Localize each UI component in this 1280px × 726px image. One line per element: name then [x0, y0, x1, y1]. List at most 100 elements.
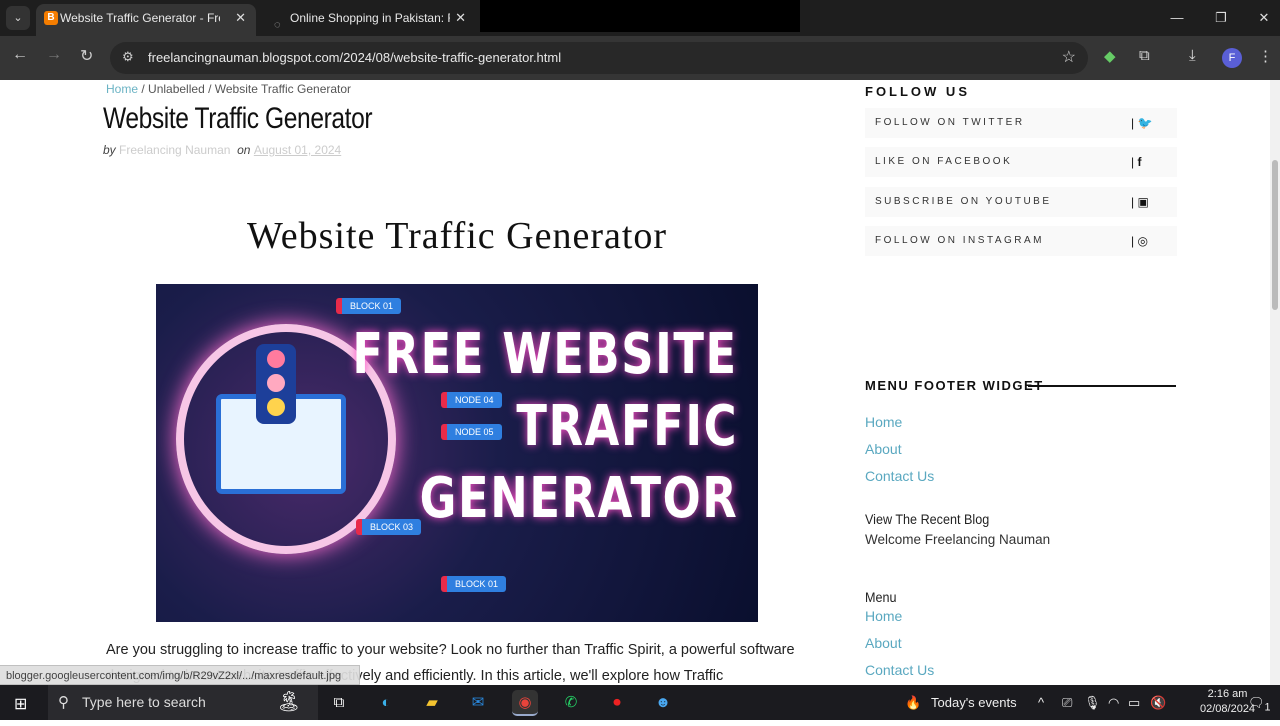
social-youtube[interactable]: SUBSCRIBE ON YOUTUBE | ▣ — [865, 187, 1177, 217]
tab-title: Website Traffic Generator - Free — [60, 11, 220, 25]
hero-line-2: TRAFFIC — [516, 394, 738, 459]
close-tab-icon[interactable]: ✕ — [235, 4, 246, 32]
extensions-puzzle-icon[interactable]: ⧉ — [1139, 47, 1150, 64]
footer-link-home[interactable]: Home — [865, 414, 902, 430]
hero-line-3: GENERATOR — [419, 466, 738, 531]
social-facebook[interactable]: LIKE ON FACEBOOK | f — [865, 147, 1177, 177]
hero-image[interactable]: BLOCK 01 NODE 04 NODE 05 BLOCK 03 BLOCK … — [156, 284, 758, 622]
breadcrumb: Home / Unlabelled / Website Traffic Gene… — [106, 82, 352, 96]
menu-link-about[interactable]: About — [865, 635, 902, 651]
camera-icon[interactable]: ⎚ — [1062, 685, 1072, 720]
search-highlight-icon: 🏝 — [276, 691, 302, 713]
footer-link-about[interactable]: About — [865, 441, 902, 457]
instagram-icon: | ◎ — [1131, 234, 1148, 248]
node-label: NODE 05 — [441, 424, 502, 440]
close-window-button[interactable]: ✕ — [1242, 0, 1280, 36]
menu-footer-widget-title: MENU FOOTER WIDGET — [865, 378, 1044, 393]
social-label: FOLLOW ON TWITTER — [875, 117, 1025, 128]
link-status-bar: blogger.googleusercontent.com/img/b/R29v… — [0, 665, 360, 685]
clock[interactable]: 2:16 am 02/08/2024 — [1200, 687, 1255, 717]
volume-muted-icon[interactable]: 🔇 — [1150, 685, 1166, 720]
node-label: NODE 04 — [441, 392, 502, 408]
microphone-icon[interactable]: 🎙 — [1084, 685, 1101, 720]
bookmark-star-icon[interactable]: ☆ — [1062, 47, 1076, 67]
tab-title: Online Shopping in Pakistan: Fa — [290, 11, 450, 25]
by-label: by — [103, 143, 116, 157]
search-placeholder: Type here to search — [82, 694, 206, 710]
blogger-icon: B — [44, 11, 58, 25]
restore-button[interactable]: ❐ — [1199, 0, 1243, 36]
node-label: BLOCK 03 — [356, 519, 422, 535]
reload-button[interactable]: ↻ — [80, 46, 93, 66]
tab-website-traffic-generator[interactable]: B Website Traffic Generator - Free ✕ — [36, 4, 256, 36]
file-explorer-icon[interactable]: ▰ — [419, 690, 445, 716]
title-divider — [1028, 385, 1176, 387]
profile-avatar[interactable]: F — [1222, 48, 1242, 68]
task-view-icon[interactable]: ⧉ — [326, 690, 352, 716]
menu-link-home[interactable]: Home — [865, 608, 902, 624]
hero-line-1: FREE WEBSITE — [352, 322, 738, 387]
battery-icon[interactable]: ▭ — [1128, 685, 1140, 720]
recent-blog-title: View The Recent Blog — [865, 511, 990, 527]
extension-icon[interactable]: ◆ — [1104, 47, 1116, 65]
back-button[interactable]: ← — [12, 46, 28, 64]
site-settings-icon[interactable]: ⚙ — [122, 49, 134, 65]
breadcrumb-home[interactable]: Home — [106, 82, 138, 96]
breadcrumb-label[interactable]: Unlabelled — [148, 82, 205, 96]
post-meta: by Freelancing Nauman on August 01, 2024 — [103, 143, 341, 157]
social-instagram[interactable]: FOLLOW ON INSTAGRAM | ◎ — [865, 226, 1177, 256]
tray-chevron-icon[interactable]: ^ — [1038, 685, 1044, 720]
breadcrumb-current: Website Traffic Generator — [214, 82, 352, 96]
recent-blog-text[interactable]: Welcome Freelancing Nauman — [865, 532, 1050, 547]
weather-icon: 🔥 — [905, 695, 922, 710]
forward-button[interactable]: → — [46, 46, 62, 64]
mail-icon[interactable]: ✉ — [465, 690, 491, 716]
loading-icon: ◌ — [274, 19, 281, 31]
follow-us-title: FOLLOW US — [865, 84, 970, 99]
menu-link-contact[interactable]: Contact Us — [865, 662, 934, 678]
twitter-icon: | 🐦 — [1131, 116, 1153, 130]
traffic-light-icon — [256, 344, 296, 424]
windows-start-icon[interactable]: ⊞ — [14, 694, 27, 714]
todays-events[interactable]: Today's events — [931, 685, 1017, 720]
post-heading: Website Traffic Generator — [246, 215, 668, 257]
scrollbar-thumb[interactable] — [1272, 160, 1278, 310]
social-label: LIKE ON FACEBOOK — [875, 156, 1013, 167]
close-tab-icon[interactable]: ✕ — [455, 4, 466, 32]
footer-link-contact[interactable]: Contact Us — [865, 468, 934, 484]
youtube-icon: | ▣ — [1131, 195, 1149, 209]
node-label: BLOCK 01 — [336, 298, 402, 314]
wifi-icon[interactable]: ◠ — [1108, 685, 1119, 720]
menu-kebab-icon[interactable]: ⋮ — [1258, 47, 1273, 65]
whatsapp-icon[interactable]: ✆ — [558, 690, 584, 716]
facebook-icon: | f — [1131, 155, 1142, 169]
social-twitter[interactable]: FOLLOW ON TWITTER | 🐦 — [865, 108, 1177, 138]
app-icon[interactable]: ☻ — [650, 690, 676, 716]
post-date[interactable]: August 01, 2024 — [254, 143, 341, 157]
notification-count: 1 — [1264, 701, 1271, 714]
minimize-button[interactable]: — — [1155, 0, 1199, 36]
url-text[interactable]: freelancingnauman.blogspot.com/2024/08/w… — [148, 50, 561, 65]
browser-toolbar: ← → ↻ ⚙ freelancingnauman.blogspot.com/2… — [0, 36, 1280, 80]
tab-strip: ⌄ B Website Traffic Generator - Free ✕ ◌… — [0, 0, 1280, 36]
search-icon: ⚲ — [58, 694, 69, 711]
edge-icon[interactable]: ◐ — [373, 690, 399, 716]
social-label: FOLLOW ON INSTAGRAM — [875, 235, 1044, 246]
tab-online-shopping[interactable]: ◌ Online Shopping in Pakistan: Fa ✕ — [266, 4, 476, 36]
node-label: BLOCK 01 — [441, 576, 507, 592]
record-icon[interactable]: ⏺ — [604, 690, 630, 716]
tab-search-button[interactable]: ⌄ — [6, 6, 30, 30]
date: 02/08/2024 — [1200, 703, 1256, 715]
chrome-icon[interactable]: ◉ — [512, 690, 538, 716]
social-label: SUBSCRIBE ON YOUTUBE — [875, 196, 1052, 207]
web-page: Home / Unlabelled / Website Traffic Gene… — [0, 80, 1270, 685]
address-bar[interactable]: ⚙ freelancingnauman.blogspot.com/2024/08… — [110, 42, 1088, 74]
post-title: Website Traffic Generator — [103, 102, 373, 135]
author-link[interactable]: Freelancing Nauman — [119, 143, 230, 157]
menu-title: Menu — [865, 589, 897, 605]
windows-taskbar: ⊞ ⚲ Type here to search 🏝 ⧉ ◐ ▰ ✉ ◉ ✆ ⏺ ☻… — [0, 685, 1280, 720]
time: 2:16 am — [1207, 688, 1248, 700]
download-icon[interactable]: ⤓ — [1189, 47, 1196, 64]
page-scrollbar[interactable] — [1270, 80, 1280, 685]
redacted-area — [480, 0, 800, 32]
